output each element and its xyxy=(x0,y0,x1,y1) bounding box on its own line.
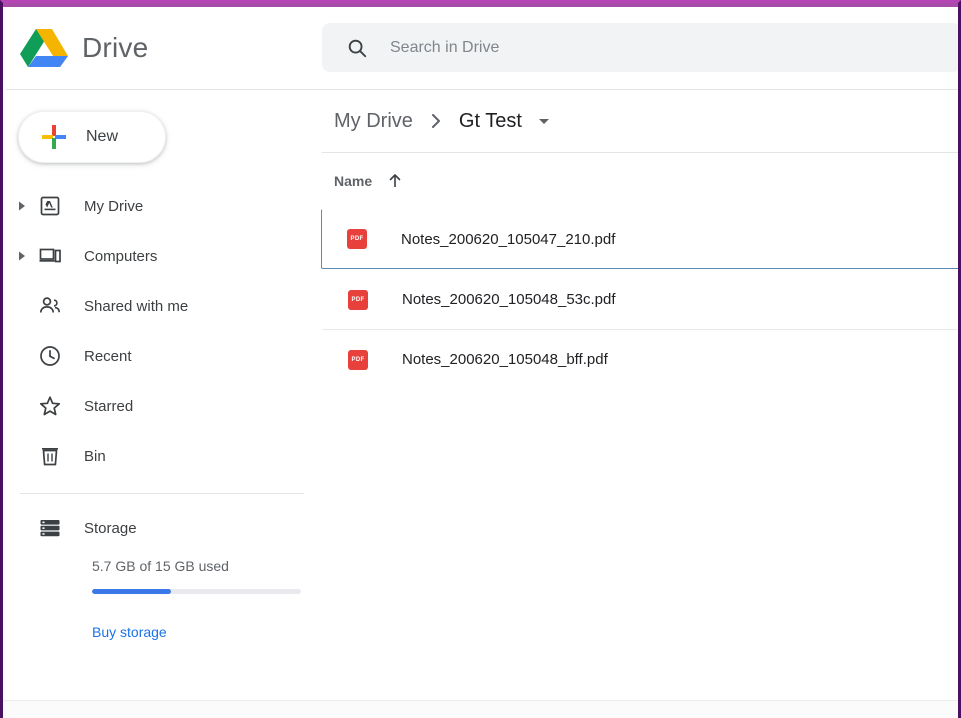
sidebar-item-label: Starred xyxy=(84,398,133,415)
storage-section-header[interactable]: Storage xyxy=(6,502,318,554)
sidebar-item-label: Computers xyxy=(84,248,157,265)
computers-icon xyxy=(38,244,62,268)
plus-icon xyxy=(41,124,67,150)
file-name: Notes_200620_105048_53c.pdf xyxy=(402,291,616,308)
storage-icon xyxy=(38,516,62,540)
column-header-name[interactable]: Name xyxy=(334,173,372,189)
app-title: Drive xyxy=(82,32,148,64)
storage-progress-fill xyxy=(92,589,171,594)
arrow-up-icon[interactable] xyxy=(386,172,404,190)
sidebar-item-recent[interactable]: Recent xyxy=(6,331,318,381)
breadcrumb: My Drive Gt Test xyxy=(318,90,961,152)
search-input[interactable]: Search in Drive xyxy=(390,39,499,57)
sidebar-item-label: My Drive xyxy=(84,198,143,215)
sidebar-divider xyxy=(20,493,304,494)
file-name: Notes_200620_105047_210.pdf xyxy=(401,231,615,248)
table-row[interactable]: PDF Notes_200620_105047_210.pdf xyxy=(321,209,961,269)
drive-logo-icon xyxy=(20,27,68,69)
people-icon xyxy=(38,294,62,318)
sidebar-item-label: Recent xyxy=(84,348,132,365)
new-button-label: New xyxy=(86,128,118,146)
table-row[interactable]: PDF Notes_200620_105048_53c.pdf xyxy=(322,269,961,329)
buy-storage-link[interactable]: Buy storage xyxy=(92,624,167,640)
app-header: Drive Search in Drive xyxy=(6,7,961,89)
sidebar-nav: My Drive Computers xyxy=(6,181,318,481)
pdf-icon: PDF xyxy=(348,290,368,310)
file-list-header: Name xyxy=(318,153,961,209)
chevron-right-icon xyxy=(427,112,445,130)
star-icon xyxy=(38,394,62,418)
sidebar-item-shared-with-me[interactable]: Shared with me xyxy=(6,281,318,331)
sidebar-item-bin[interactable]: Bin xyxy=(6,431,318,481)
sidebar-item-starred[interactable]: Starred xyxy=(6,381,318,431)
sidebar-item-label: Bin xyxy=(84,448,106,465)
my-drive-icon xyxy=(38,194,62,218)
pdf-icon-label: PDF xyxy=(352,297,365,303)
pdf-icon-label: PDF xyxy=(352,357,365,363)
expand-triangle-icon[interactable] xyxy=(16,200,28,212)
new-button[interactable]: New xyxy=(18,111,166,163)
main-content: My Drive Gt Test Name xyxy=(318,90,961,707)
brand-area[interactable]: Drive xyxy=(6,7,318,89)
browser-frame: Drive Search in Drive xyxy=(0,0,961,718)
pdf-icon: PDF xyxy=(348,350,368,370)
search-area: Search in Drive xyxy=(318,7,961,89)
storage-progress-bar xyxy=(92,589,301,594)
clock-icon xyxy=(38,344,62,368)
breadcrumb-current-folder[interactable]: Gt Test xyxy=(459,110,522,133)
sidebar-item-label: Shared with me xyxy=(84,298,188,315)
table-row[interactable]: PDF Notes_200620_105048_bff.pdf xyxy=(322,329,961,389)
drive-app: Drive Search in Drive xyxy=(6,7,961,707)
storage-label: Storage xyxy=(84,520,137,537)
trash-icon xyxy=(38,444,62,468)
frame-bottom-strip xyxy=(3,700,961,718)
file-list: PDF Notes_200620_105047_210.pdf PDF Note… xyxy=(318,209,961,389)
pdf-icon-label: PDF xyxy=(351,236,364,242)
sidebar-item-my-drive[interactable]: My Drive xyxy=(6,181,318,231)
pdf-icon: PDF xyxy=(347,229,367,249)
expand-triangle-icon[interactable] xyxy=(16,250,28,262)
search-bar[interactable]: Search in Drive xyxy=(322,23,961,72)
search-icon xyxy=(346,37,368,59)
sidebar: New My Drive xyxy=(6,90,318,707)
chevron-down-icon[interactable] xyxy=(536,113,552,129)
breadcrumb-root[interactable]: My Drive xyxy=(334,110,413,133)
sidebar-item-computers[interactable]: Computers xyxy=(6,231,318,281)
storage-used-text: 5.7 GB of 15 GB used xyxy=(92,558,318,574)
file-name: Notes_200620_105048_bff.pdf xyxy=(402,351,608,368)
